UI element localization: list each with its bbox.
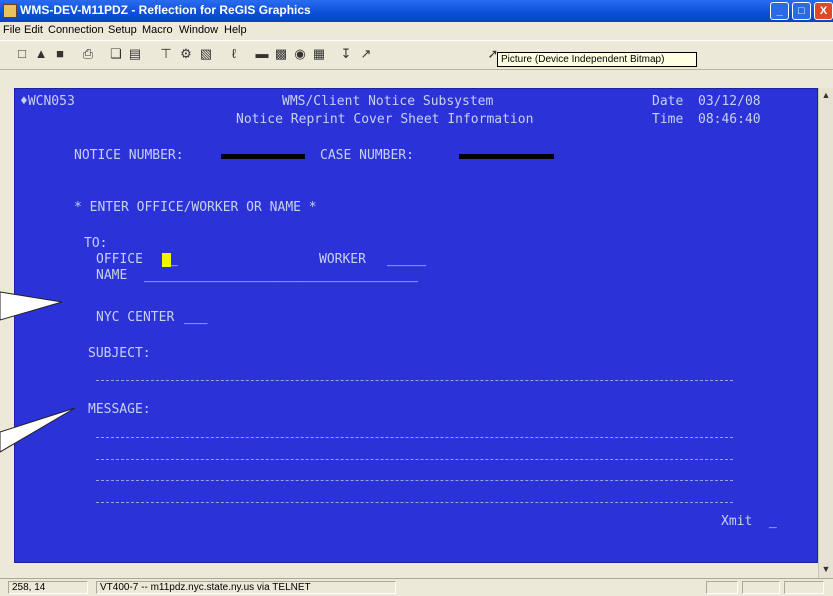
cursor-position: 258, 14 [8,581,88,594]
connection-status: VT400-7 -- m11pdz.nyc.state.ny.us via TE… [96,581,396,594]
callout-arrows [0,291,76,453]
status-cell-2 [742,581,780,594]
status-cell-3 [784,581,824,594]
callout-arrow-to [0,291,63,321]
status-bar: 258, 14 VT400-7 -- m11pdz.nyc.state.ny.u… [0,578,833,596]
status-cell-1 [706,581,738,594]
callout-arrow-message [0,407,76,453]
